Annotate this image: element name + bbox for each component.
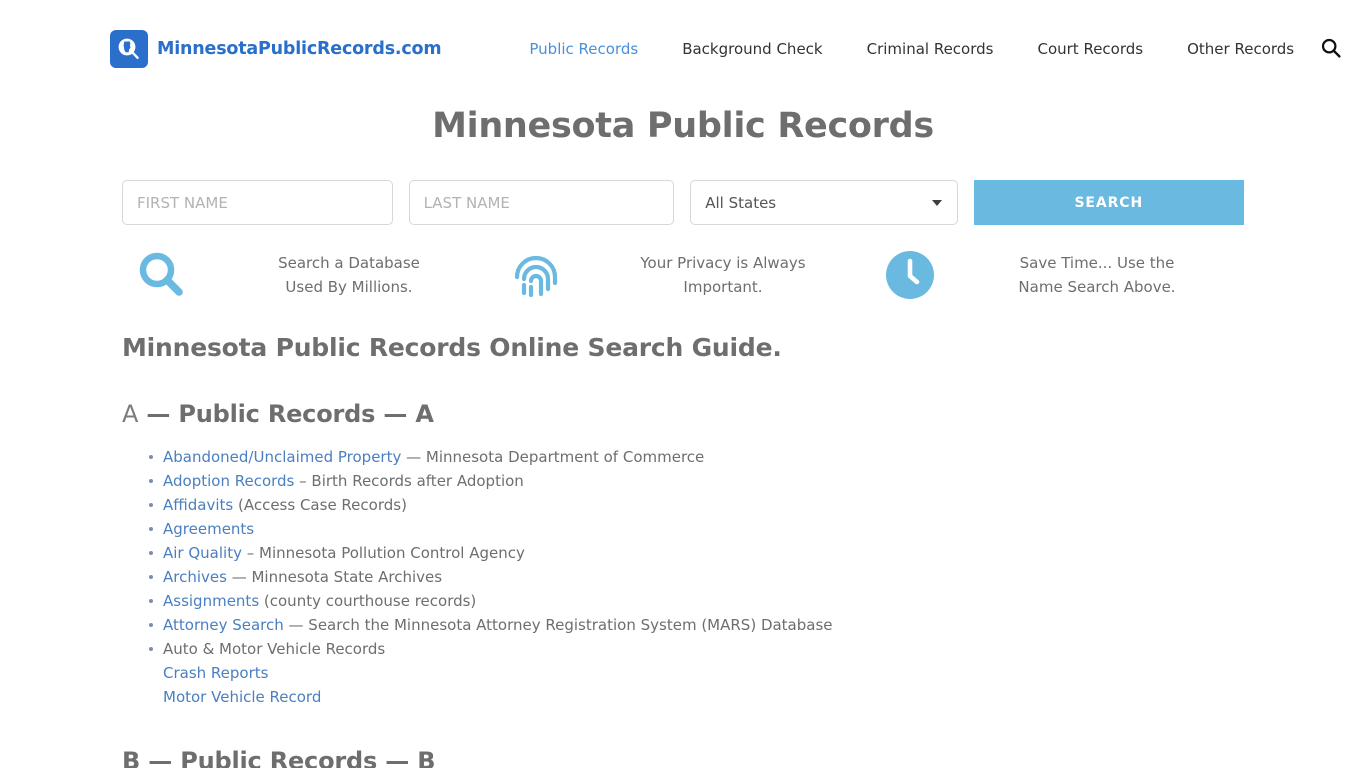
nav-item-other-records[interactable]: Other Records <box>1165 40 1316 58</box>
feature-privacy-line1: Your Privacy is Always <box>640 254 806 272</box>
list-item: Abandoned/Unclaimed Property — Minnesota… <box>149 445 1244 469</box>
page-title: Minnesota Public Records <box>432 106 934 146</box>
site-header: MinnesotaPublicRecords.com Public Record… <box>0 0 1366 98</box>
list-item: Attorney Search — Search the Minnesota A… <box>149 613 1244 637</box>
record-label-auto-motor-vehicle: Auto & Motor Vehicle Records <box>163 640 386 658</box>
feature-database-text: Search a Database Used By Millions. <box>202 251 496 299</box>
nav-item-background-check[interactable]: Background Check <box>660 40 844 58</box>
section-b-letter-end: B <box>417 747 436 768</box>
list-item: Auto & Motor Vehicle Records Crash Repor… <box>149 637 1244 709</box>
records-search-form: All States SEARCH <box>0 180 1366 225</box>
list-item: Archives — Minnesota State Archives <box>149 565 1244 589</box>
magnifier-minnesota-icon <box>110 30 148 68</box>
record-link-affidavits[interactable]: Affidavits <box>163 496 233 514</box>
section-heading-a: A — Public Records — A <box>122 400 1244 428</box>
primary-navigation: Public Records Background Check Criminal… <box>507 37 1346 62</box>
brand-logo-link[interactable]: MinnesotaPublicRecords.com <box>110 30 442 68</box>
section-heading-b: B — Public Records — B <box>122 747 1244 768</box>
search-icon <box>1320 37 1342 62</box>
guide-content: Minnesota Public Records Online Search G… <box>0 333 1366 768</box>
record-tail: (Access Case Records) <box>233 496 407 514</box>
section-a-letter: A <box>122 400 139 428</box>
record-link-air-quality[interactable]: Air Quality <box>163 544 242 562</box>
record-link-archives[interactable]: Archives <box>163 568 227 586</box>
state-select[interactable]: All States <box>690 180 958 225</box>
nav-item-criminal-records[interactable]: Criminal Records <box>845 40 1016 58</box>
record-tail: – Birth Records after Adoption <box>294 472 524 490</box>
feature-privacy-line2: Important. <box>683 278 763 296</box>
record-link-assignments[interactable]: Assignments <box>163 592 259 610</box>
feature-database-line1: Search a Database <box>278 254 420 272</box>
list-item: Affidavits (Access Case Records) <box>149 493 1244 517</box>
feature-highlights: Search a Database Used By Millions. Your… <box>0 249 1366 301</box>
search-icon <box>122 249 202 301</box>
section-a-letter-end: A <box>415 400 434 428</box>
record-tail: – Minnesota Pollution Control Agency <box>241 544 525 562</box>
feature-database: Search a Database Used By Millions. <box>122 249 496 301</box>
record-tail: — Search the Minnesota Attorney Registra… <box>283 616 833 634</box>
record-link-crash-reports[interactable]: Crash Reports <box>163 661 1244 685</box>
feature-database-line2: Used By Millions. <box>285 278 413 296</box>
record-tail: (county courthouse records) <box>259 592 477 610</box>
record-link-motor-vehicle-record[interactable]: Motor Vehicle Record <box>163 685 1244 709</box>
section-b-letter: B <box>122 747 141 768</box>
nav-item-public-records[interactable]: Public Records <box>507 40 660 58</box>
search-submit-button[interactable]: SEARCH <box>973 180 1244 225</box>
feature-privacy-text: Your Privacy is Always Important. <box>576 251 870 299</box>
nav-item-court-records[interactable]: Court Records <box>1015 40 1165 58</box>
feature-savetime: Save Time... Use the Name Search Above. <box>870 249 1244 301</box>
clock-icon <box>870 249 950 301</box>
list-item: Agreements <box>149 517 1244 541</box>
section-b-middle: — Public Records — <box>140 747 418 768</box>
list-item: Adoption Records – Birth Records after A… <box>149 469 1244 493</box>
records-list-a: Abandoned/Unclaimed Property — Minnesota… <box>122 445 1244 709</box>
record-link-adoption-records[interactable]: Adoption Records <box>163 472 294 490</box>
brand-name: MinnesotaPublicRecords.com <box>157 39 442 59</box>
section-a-middle: — Public Records — <box>138 400 416 428</box>
record-link-agreements[interactable]: Agreements <box>163 520 254 538</box>
feature-savetime-line1: Save Time... Use the <box>1019 254 1175 272</box>
guide-title: Minnesota Public Records Online Search G… <box>122 333 782 362</box>
feature-privacy: Your Privacy is Always Important. <box>496 249 870 301</box>
feature-savetime-text: Save Time... Use the Name Search Above. <box>950 251 1244 299</box>
record-link-abandoned-property[interactable]: Abandoned/Unclaimed Property <box>163 448 401 466</box>
record-link-attorney-search[interactable]: Attorney Search <box>163 616 284 634</box>
fingerprint-icon <box>496 249 576 301</box>
list-item: Air Quality – Minnesota Pollution Contro… <box>149 541 1244 565</box>
feature-savetime-line2: Name Search Above. <box>1018 278 1176 296</box>
last-name-input[interactable] <box>408 180 675 225</box>
first-name-input[interactable] <box>122 180 393 225</box>
list-item: Assignments (county courthouse records) <box>149 589 1244 613</box>
header-search-button[interactable] <box>1316 37 1346 62</box>
state-select-wrapper: All States <box>690 180 958 225</box>
record-tail: — Minnesota State Archives <box>226 568 443 586</box>
record-tail: — Minnesota Department of Commerce <box>401 448 705 466</box>
